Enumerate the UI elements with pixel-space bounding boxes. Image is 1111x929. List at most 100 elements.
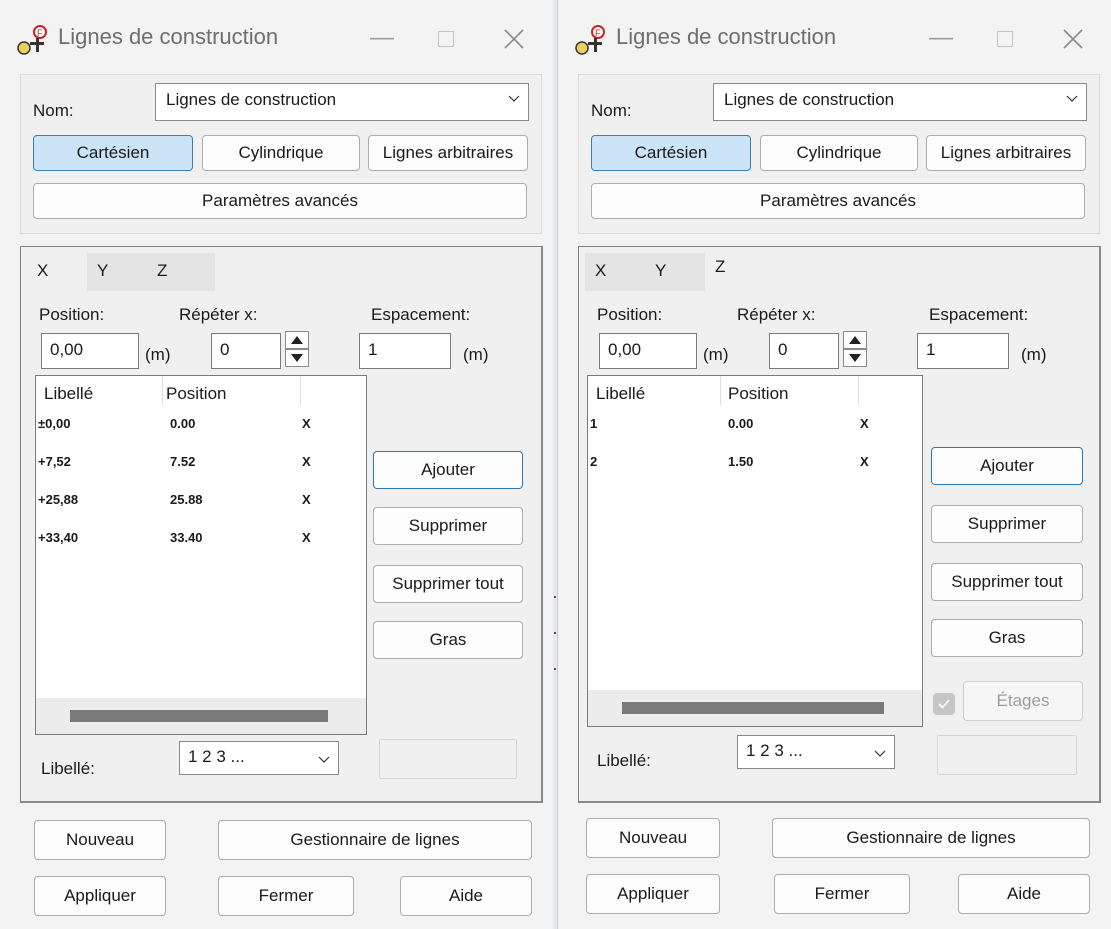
row-flag: X bbox=[302, 530, 311, 545]
maximize-button[interactable] bbox=[421, 18, 471, 58]
libelle-dropdown[interactable]: 1 2 3 ... bbox=[737, 735, 895, 769]
fermer-button[interactable]: Fermer bbox=[218, 876, 354, 916]
close-button[interactable] bbox=[1048, 18, 1098, 58]
position-unit: (m) bbox=[703, 345, 729, 364]
dialog-right: F Lignes de construction — Nom: Lignes d… bbox=[557, 0, 1111, 929]
scrollbar-thumb[interactable] bbox=[70, 710, 328, 722]
espacement-label: Espacement: bbox=[371, 305, 471, 324]
libelle-dropdown[interactable]: 1 2 3 ... bbox=[179, 741, 339, 775]
position-input[interactable]: 0,00 bbox=[599, 333, 697, 369]
tab-y[interactable]: Y bbox=[645, 253, 705, 291]
stepper-up[interactable] bbox=[285, 331, 309, 349]
stepper-up[interactable] bbox=[843, 331, 867, 349]
etages-button[interactable]: Étages bbox=[963, 681, 1083, 721]
scrollbar-thumb[interactable] bbox=[622, 702, 884, 714]
gras-button[interactable]: Gras bbox=[373, 621, 523, 659]
lines-list[interactable]: Libellé Position 1 0.00 X 2 1.50 X bbox=[587, 375, 923, 727]
title-bar: F Lignes de construction — bbox=[0, 0, 553, 76]
cylindrique-button[interactable]: Cylindrique bbox=[202, 135, 360, 171]
maximize-button[interactable] bbox=[980, 18, 1030, 58]
minimize-button[interactable]: — bbox=[916, 18, 966, 58]
disabled-field bbox=[937, 735, 1077, 775]
nom-label: Nom: bbox=[591, 101, 632, 120]
position-label: Position: bbox=[597, 305, 663, 324]
row-label: +25,88 bbox=[38, 492, 79, 507]
stepper-down[interactable] bbox=[843, 349, 867, 367]
chevron-down-icon bbox=[318, 756, 330, 763]
app-icon: F bbox=[17, 25, 47, 55]
chevron-down-icon bbox=[508, 95, 520, 102]
position-unit: (m) bbox=[145, 345, 171, 364]
supprimer-button[interactable]: Supprimer bbox=[931, 505, 1083, 543]
arrow-down-icon bbox=[849, 354, 861, 362]
nouveau-button[interactable]: Nouveau bbox=[586, 818, 720, 858]
aide-button[interactable]: Aide bbox=[400, 876, 532, 916]
gestionnaire-button[interactable]: Gestionnaire de lignes bbox=[218, 820, 532, 860]
gestionnaire-button[interactable]: Gestionnaire de lignes bbox=[772, 818, 1090, 858]
parametres-avances-button[interactable]: Paramètres avancés bbox=[33, 183, 527, 219]
col-header-position: Position bbox=[166, 384, 227, 403]
espacement-input[interactable]: 1 bbox=[917, 333, 1009, 369]
position-input[interactable]: 0,00 bbox=[41, 333, 139, 369]
header-panel: Nom: Lignes de construction Cartésien Cy… bbox=[578, 74, 1100, 234]
nom-combobox[interactable]: Lignes de construction bbox=[155, 83, 529, 121]
col-header-position: Position bbox=[728, 384, 789, 403]
chevron-down-icon bbox=[874, 750, 886, 757]
tab-y[interactable]: Y bbox=[87, 253, 147, 291]
window-title: Lignes de construction bbox=[58, 24, 279, 49]
horizontal-scrollbar[interactable] bbox=[588, 690, 922, 726]
nom-combobox[interactable]: Lignes de construction bbox=[713, 83, 1087, 121]
lignes-arbitraires-button[interactable]: Lignes arbitraires bbox=[368, 135, 528, 171]
tab-x[interactable]: X bbox=[27, 253, 87, 291]
position-label: Position: bbox=[39, 305, 105, 324]
appliquer-button[interactable]: Appliquer bbox=[586, 874, 720, 914]
tab-x[interactable]: X bbox=[585, 253, 645, 291]
supprimer-button[interactable]: Supprimer bbox=[373, 507, 523, 545]
row-label: +33,40 bbox=[38, 530, 79, 545]
cartesien-button[interactable]: Cartésien bbox=[591, 135, 751, 171]
nom-value: Lignes de construction bbox=[724, 90, 895, 109]
row-position: 0.00 bbox=[170, 416, 196, 431]
gras-button[interactable]: Gras bbox=[931, 619, 1083, 657]
aide-button[interactable]: Aide bbox=[958, 874, 1090, 914]
row-flag: X bbox=[860, 416, 869, 431]
fermer-button[interactable]: Fermer bbox=[774, 874, 910, 914]
tab-z[interactable]: Z bbox=[705, 249, 791, 291]
espacement-input[interactable]: 1 bbox=[359, 333, 451, 369]
lignes-arbitraires-button[interactable]: Lignes arbitraires bbox=[926, 135, 1086, 171]
close-button[interactable] bbox=[489, 18, 539, 58]
nom-label: Nom: bbox=[33, 101, 74, 120]
supprimer-tout-button[interactable]: Supprimer tout bbox=[373, 565, 523, 603]
repeter-stepper[interactable] bbox=[843, 331, 867, 367]
app-icon: F bbox=[575, 25, 605, 55]
etages-checkbox[interactable] bbox=[933, 693, 955, 715]
espacement-label: Espacement: bbox=[929, 305, 1029, 324]
tab-z[interactable]: Z bbox=[147, 253, 215, 291]
col-header-libelle: Libellé bbox=[44, 384, 94, 403]
supprimer-tout-button[interactable]: Supprimer tout bbox=[931, 563, 1083, 601]
row-flag: X bbox=[302, 454, 311, 469]
repeter-input[interactable]: 0 bbox=[211, 333, 281, 369]
header-panel: Nom: Lignes de construction Cartésien Cy… bbox=[20, 74, 542, 234]
check-icon bbox=[938, 699, 950, 709]
disabled-field bbox=[379, 739, 517, 779]
repeter-stepper[interactable] bbox=[285, 331, 309, 367]
parametres-avances-button[interactable]: Paramètres avancés bbox=[591, 183, 1085, 219]
appliquer-button[interactable]: Appliquer bbox=[34, 876, 166, 916]
lines-list[interactable]: Libellé Position ±0,00 0.00 X +7,52 7.52… bbox=[35, 375, 367, 735]
axis-panel: X Y Z Position: Répéter x: Espacement: 0… bbox=[20, 246, 543, 803]
close-icon bbox=[504, 29, 524, 49]
minimize-button[interactable]: — bbox=[357, 18, 407, 58]
nouveau-button[interactable]: Nouveau bbox=[34, 820, 166, 860]
cylindrique-button[interactable]: Cylindrique bbox=[760, 135, 918, 171]
row-flag: X bbox=[860, 454, 869, 469]
horizontal-scrollbar[interactable] bbox=[36, 698, 366, 734]
row-label: 1 bbox=[590, 416, 598, 431]
libelle-label: Libellé: bbox=[41, 759, 95, 778]
cartesien-button[interactable]: Cartésien bbox=[33, 135, 193, 171]
stepper-down[interactable] bbox=[285, 349, 309, 367]
ajouter-button[interactable]: Ajouter bbox=[373, 451, 523, 489]
axis-panel: X Y Z Position: Répéter x: Espacement: 0… bbox=[578, 246, 1101, 803]
repeter-input[interactable]: 0 bbox=[769, 333, 839, 369]
ajouter-button[interactable]: Ajouter bbox=[931, 447, 1083, 485]
